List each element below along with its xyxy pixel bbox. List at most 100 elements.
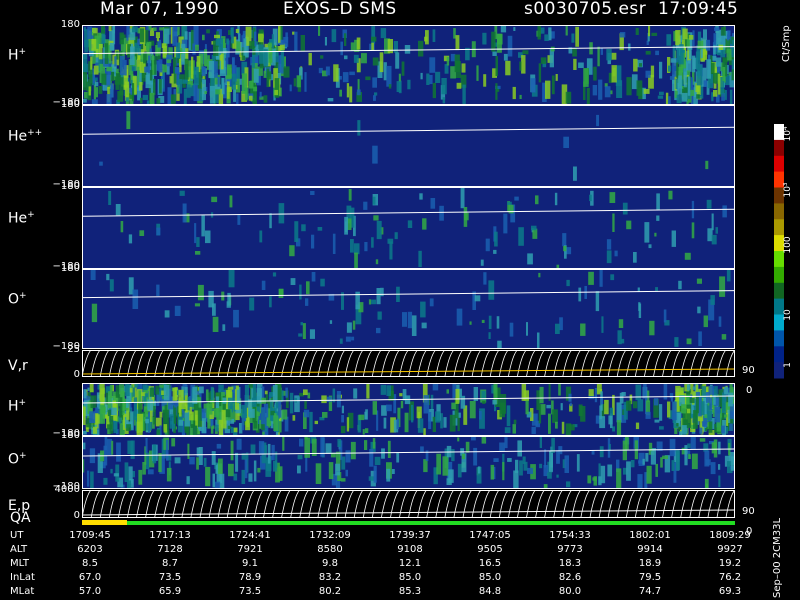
table-cell: 8580 [317,544,343,555]
heatmap-cell [492,400,497,405]
heatmap-cell [537,25,541,40]
heatmap-cell [654,419,660,423]
heatmap-cell [89,383,94,393]
heatmap-cell [685,396,689,405]
heatmap-cell [482,32,487,45]
heatmap-cell [523,461,528,471]
heatmap-cell [609,407,613,416]
heatmap-cell [706,392,711,403]
heatmap-cell [205,389,209,401]
heatmap-cell [266,68,270,88]
heatmap-cell [442,456,449,476]
table-cell: 18.9 [638,558,662,569]
table-cell: 73.5 [238,586,262,597]
heatmap-cell [258,441,265,455]
heatmap-cell [724,414,728,418]
heatmap-cell [463,207,468,227]
heatmap-cell [374,456,381,465]
heatmap-cell [350,239,354,253]
heatmap-cell [300,35,305,52]
heatmap-cell [344,216,348,235]
heatmap-cell [202,34,205,41]
heatmap-cell [259,91,262,98]
heatmap-cell [248,81,254,89]
heatmap-cell [165,440,169,461]
heatmap-cell [214,34,220,39]
heatmap-cell [496,316,500,329]
heatmap-cell [226,38,230,45]
heatmap-cell [549,451,553,472]
heatmap-cell [257,467,261,473]
heatmap-cell [650,65,655,78]
heatmap-cell [351,336,355,341]
heatmap-cell [411,315,417,336]
heatmap-cell [273,460,277,472]
heatmap-cell [374,92,378,96]
heatmap-cell [531,225,537,231]
heatmap-cell [372,401,377,415]
heatmap-cell [199,386,204,394]
heatmap-cell [587,475,592,484]
heatmap-cell [159,79,162,94]
heatmap-cell [307,392,311,399]
heatmap-cell [730,456,735,471]
heatmap-cell [264,390,268,395]
heatmap-cell [290,278,296,285]
heatmap-cell [155,417,162,427]
heatmap-cell [164,404,168,424]
heatmap-cell [471,436,476,441]
heatmap-cell [572,47,577,57]
heatmap-cell [95,407,99,411]
heatmap-cell [294,31,298,52]
heatmap-cell [380,287,384,297]
table-cell: 65.9 [158,586,182,597]
heatmap-cell [430,198,436,209]
heatmap-cell [626,220,632,230]
heatmap-cell [676,94,682,104]
heatmap-cell [230,426,234,433]
heatmap-cell [311,272,316,282]
table-cell: 16.5 [478,558,502,569]
heatmap-cell [340,478,346,482]
heatmap-cell [325,443,332,454]
side-text: Sep–00 2CM33L [772,517,783,598]
heatmap-cell [495,56,498,76]
heatmap-cell [91,303,98,323]
heatmap-cell [497,340,502,349]
table-cell: 1717:13 [149,530,191,541]
heatmap-cell [369,449,374,467]
heatmap-cell [676,62,679,78]
heatmap-cell [599,416,606,429]
heatmap-cell [195,251,201,255]
heatmap-cell [583,68,589,87]
heatmap-cell [688,60,691,64]
heatmap-cell [539,436,542,448]
heatmap-cell [363,201,368,210]
heatmap-cell [321,395,327,404]
table-cell: 8.5 [82,558,98,569]
heatmap-cell [707,410,713,421]
ytick-top-3: 180 [60,263,80,274]
heatmap-cell [703,418,708,425]
heatmap-cell [655,50,659,56]
heatmap-cell [708,421,713,433]
heatmap-cell [117,91,124,102]
heatmap-cell [111,440,114,455]
heatmap-cell [242,30,246,36]
table-cell: 6203 [77,544,103,555]
heatmap-cell [156,429,161,436]
heatmap-cell [684,445,688,466]
heatmap-cell [124,462,129,482]
table-row-label: ALT [10,544,28,555]
heatmap-cell [137,45,141,56]
heatmap-cell [253,421,258,429]
heatmap-cell [120,34,126,39]
table-cell: 85.3 [398,586,422,597]
heatmap-cell [421,322,427,329]
heatmap-cell [626,461,631,481]
heatmap-cell [262,431,265,435]
heatmap-cell [149,92,155,104]
heatmap-cell [419,193,423,200]
heatmap-cell [669,438,676,457]
heatmap-cell [618,319,624,328]
